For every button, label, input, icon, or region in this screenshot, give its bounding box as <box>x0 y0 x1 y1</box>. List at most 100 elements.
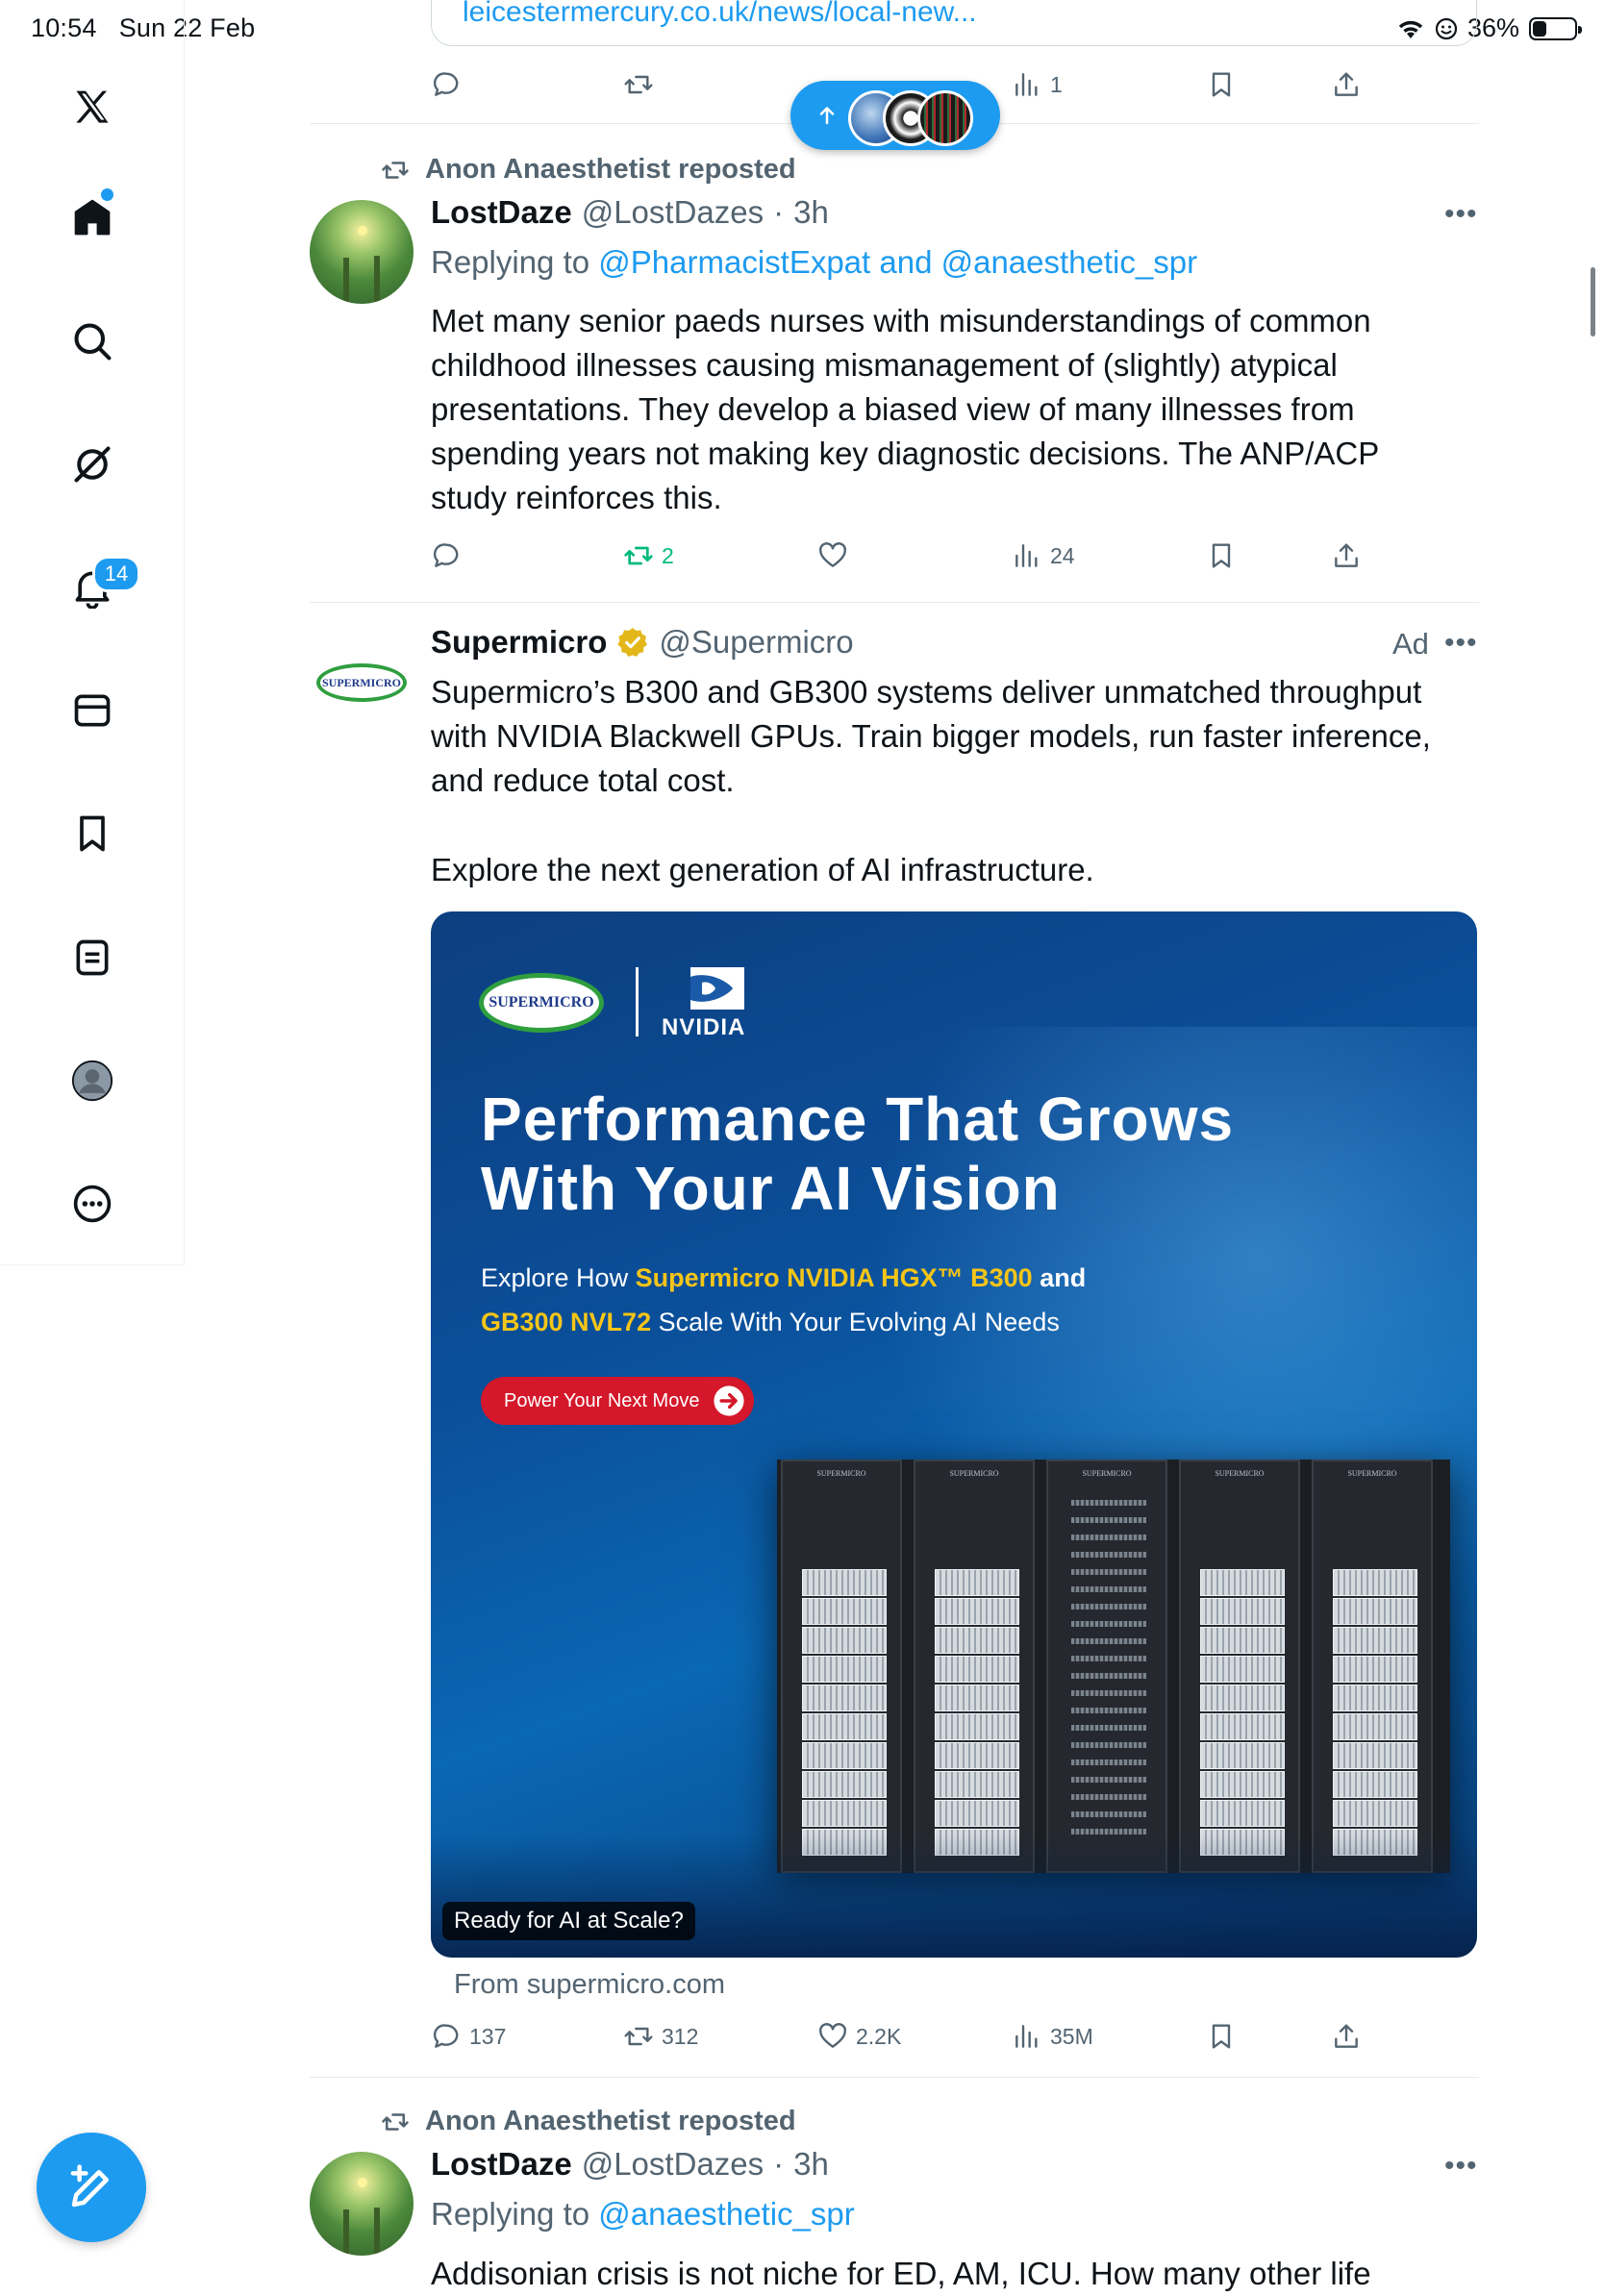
ad-sub-text: Explore How <box>481 1263 636 1292</box>
author-handle[interactable]: @Supermicro <box>659 624 853 661</box>
bookmark-button[interactable] <box>1206 540 1237 571</box>
tweet-text: Met many senior paeds nurses with misund… <box>431 303 1388 515</box>
reply-button[interactable] <box>431 540 462 571</box>
server-rack: SUPERMICRO <box>914 1460 1035 1873</box>
author-handle[interactable]: @LostDazes <box>582 194 764 231</box>
rack-label: SUPERMICRO <box>816 1469 866 1478</box>
supermicro-logo: SUPERMICRO <box>479 973 604 1033</box>
reply-prefix: Replying to <box>431 2196 599 2232</box>
verified-badge-icon <box>617 628 648 658</box>
bookmark-button[interactable] <box>1206 2021 1237 2052</box>
retweet-icon <box>624 2027 653 2046</box>
ad-sub-text: Scale With Your Evolving AI Needs <box>651 1308 1060 1336</box>
cta-button[interactable]: Power Your Next Move <box>481 1377 754 1425</box>
author-name[interactable]: LostDaze <box>431 194 572 231</box>
divider <box>310 602 1479 603</box>
reply-context: Replying to @PharmacistExpat and @anaest… <box>431 244 1197 281</box>
avatar[interactable]: SUPERMICRO <box>310 631 414 735</box>
retweet-icon <box>624 546 653 565</box>
repost-label: Anon Anaesthetist reposted <box>425 154 796 185</box>
tweet-header: Supermicro @Supermicro <box>431 624 854 661</box>
ad-headline-line2: With Your AI Vision <box>481 1154 1061 1223</box>
share-icon <box>1335 72 1358 96</box>
author-handle[interactable]: @LostDazes <box>582 2146 764 2183</box>
battery-icon <box>1529 16 1582 40</box>
ad-media-card[interactable]: SUPERMICRO NVIDIA Performance That Grows… <box>431 911 1477 1958</box>
messages-icon[interactable] <box>67 686 117 736</box>
views-button[interactable]: 35M <box>1012 2021 1093 2052</box>
new-posts-avatars <box>848 88 973 146</box>
tweet-time[interactable]: 3h <box>793 2146 829 2183</box>
retweet-button[interactable]: 312 <box>623 2021 698 2052</box>
views-icon <box>1015 73 1038 96</box>
repost-label: Anon Anaesthetist reposted <box>425 2106 796 2136</box>
x-logo-icon[interactable] <box>67 83 117 133</box>
arrow-right-icon <box>714 1385 745 1416</box>
server-rack: SUPERMICRO <box>1046 1460 1167 1873</box>
more-options-icon[interactable]: ••• <box>1444 627 1478 660</box>
bookmark-icon <box>1212 72 1231 97</box>
new-posts-pill[interactable] <box>790 81 1000 150</box>
profile-icon[interactable] <box>67 1056 117 1106</box>
arrow-up-icon <box>819 107 835 125</box>
tweet-time[interactable]: 3h <box>793 194 829 231</box>
more-icon[interactable] <box>67 1179 117 1229</box>
bookmark-icon <box>1212 543 1231 568</box>
supermicro-logo-text: SUPERMICRO <box>321 675 401 689</box>
link-card[interactable]: leicestermercury.co.uk/news/local-new... <box>431 0 1477 46</box>
reply-prefix: Replying to <box>431 244 599 280</box>
nvidia-logo: NVIDIA <box>662 967 754 1041</box>
avatar[interactable] <box>310 2152 414 2256</box>
media-caption: Ready for AI at Scale? <box>442 1902 695 1940</box>
views-button[interactable]: 1 <box>1012 69 1063 100</box>
reply-to-link[interactable]: @PharmacistExpat and @anaesthetic_spr <box>598 244 1197 280</box>
like-button[interactable] <box>817 540 848 571</box>
grok-icon[interactable] <box>67 439 117 489</box>
divider <box>310 2077 1479 2078</box>
search-icon[interactable] <box>67 316 117 366</box>
rack-label: SUPERMICRO <box>1347 1469 1397 1478</box>
nvidia-eye-icon <box>690 967 744 1010</box>
server-rack-row: SUPERMICRO SUPERMICRO SUPERMICRO SUPERMI… <box>777 1460 1450 1873</box>
like-button[interactable]: 2.2K <box>817 2021 901 2052</box>
ad-source[interactable]: From supermicro.com <box>454 1969 725 2001</box>
retweet-button[interactable] <box>623 69 654 100</box>
logo-divider <box>636 967 639 1036</box>
scrollbar-thumb[interactable] <box>1591 267 1595 337</box>
rack-label: SUPERMICRO <box>949 1469 999 1478</box>
reply-count: 137 <box>469 2023 507 2049</box>
lists-icon[interactable] <box>67 933 117 983</box>
bookmark-icon <box>1212 2024 1231 2049</box>
reply-icon <box>433 543 459 567</box>
author-name[interactable]: LostDaze <box>431 2146 572 2183</box>
reply-button[interactable]: 137 <box>431 2021 506 2052</box>
reply-to-link[interactable]: @anaesthetic_spr <box>598 2196 854 2232</box>
compose-post-button[interactable] <box>37 2133 146 2242</box>
reply-context: Replying to @anaesthetic_spr <box>431 2196 855 2233</box>
author-name[interactable]: Supermicro <box>431 624 607 661</box>
link-card-url[interactable]: leicestermercury.co.uk/news/local-new... <box>463 0 977 29</box>
retweet-button[interactable]: 2 <box>623 540 674 571</box>
repost-indicator: Anon Anaesthetist reposted <box>382 2106 796 2137</box>
ad-subheadline: Explore How Supermicro NVIDIA HGX™ B300 … <box>481 1256 1154 1344</box>
server-rack: SUPERMICRO <box>1312 1460 1433 1873</box>
more-options-icon[interactable]: ••• <box>1444 2150 1478 2183</box>
bookmarks-icon[interactable] <box>67 809 117 859</box>
tweet-header: LostDaze @LostDazes · 3h <box>431 2146 829 2183</box>
bookmark-button[interactable] <box>1206 69 1237 100</box>
retweet-count: 2 <box>662 542 674 568</box>
supermicro-logo: SUPERMICRO <box>316 663 407 702</box>
share-button[interactable] <box>1331 540 1362 571</box>
ad-headline-line1: Performance That Grows <box>481 1085 1235 1154</box>
action-bar: 137 312 2.2K 35M <box>431 2013 1402 2059</box>
avatar[interactable] <box>310 200 414 304</box>
home-unread-dot <box>101 188 113 201</box>
share-button[interactable] <box>1331 69 1362 100</box>
share-button[interactable] <box>1331 2021 1362 2052</box>
views-button[interactable]: 24 <box>1012 540 1075 571</box>
share-icon <box>1335 2024 1358 2048</box>
reply-button[interactable] <box>431 69 462 100</box>
supermicro-logo-text: SUPERMICRO <box>489 994 594 1011</box>
more-options-icon[interactable]: ••• <box>1444 198 1478 231</box>
views-count: 35M <box>1050 2023 1093 2049</box>
